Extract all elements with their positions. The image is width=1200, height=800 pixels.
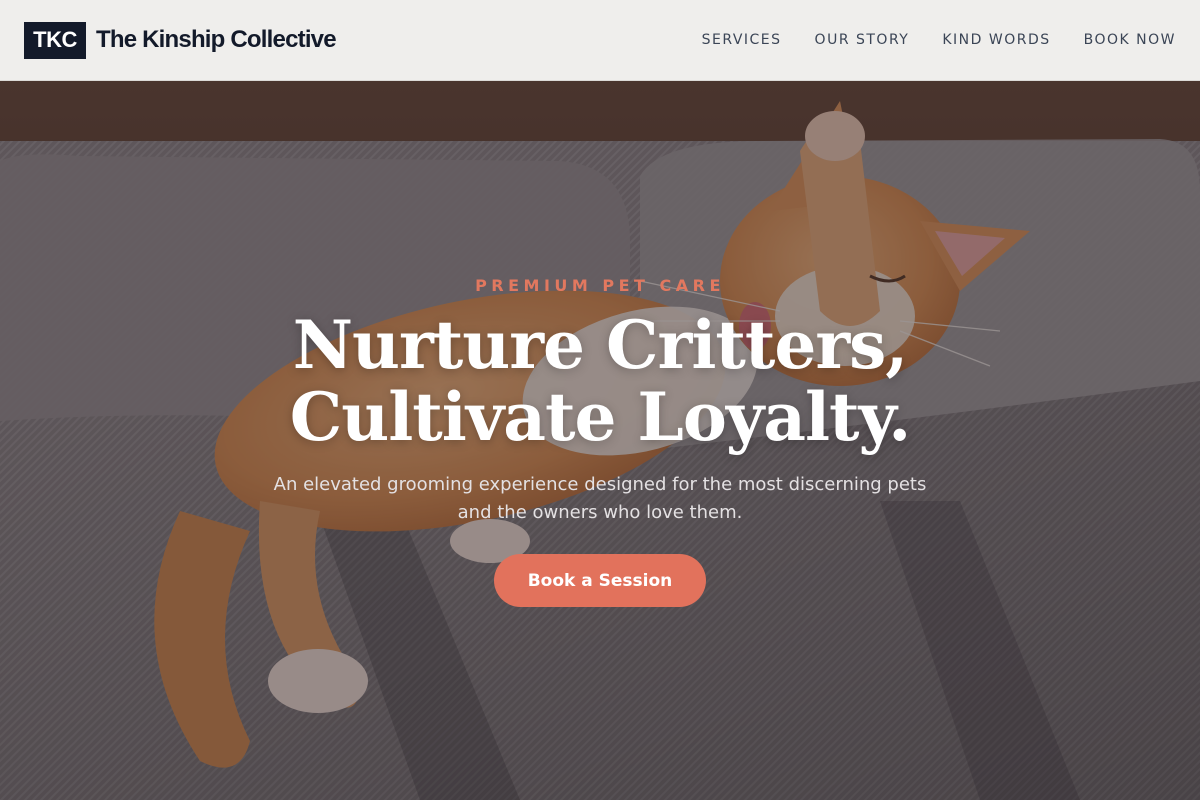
hero-eyebrow: PREMIUM PET CARE: [475, 276, 725, 295]
nav-services[interactable]: SERVICES: [702, 32, 782, 48]
hero-section: PREMIUM PET CARE Nurture Critters, Culti…: [0, 81, 1200, 800]
nav-kind-words[interactable]: KIND WORDS: [942, 32, 1050, 48]
brand-name: The Kinship Collective: [96, 26, 337, 53]
nav-our-story[interactable]: OUR STORY: [815, 32, 910, 48]
hero-headline-line2: Cultivate Loyalty.: [289, 378, 912, 456]
hero-headline-line1: Nurture Critters,: [292, 306, 909, 384]
nav-book-now[interactable]: BOOK NOW: [1084, 32, 1176, 48]
hero-headline: Nurture Critters, Cultivate Loyalty.: [289, 306, 912, 456]
hero-content: PREMIUM PET CARE Nurture Critters, Culti…: [0, 81, 1200, 800]
logo-badge: TKC: [24, 21, 86, 59]
main-nav: SERVICES OUR STORY KIND WORDS BOOK NOW: [669, 32, 1176, 48]
site-header: TKC The Kinship Collective SERVICES OUR …: [0, 0, 1200, 81]
book-session-button[interactable]: Book a Session: [494, 554, 706, 607]
hero-subtext: An elevated grooming experience designed…: [273, 474, 927, 523]
brand-logo-link[interactable]: TKC The Kinship Collective: [24, 21, 337, 59]
